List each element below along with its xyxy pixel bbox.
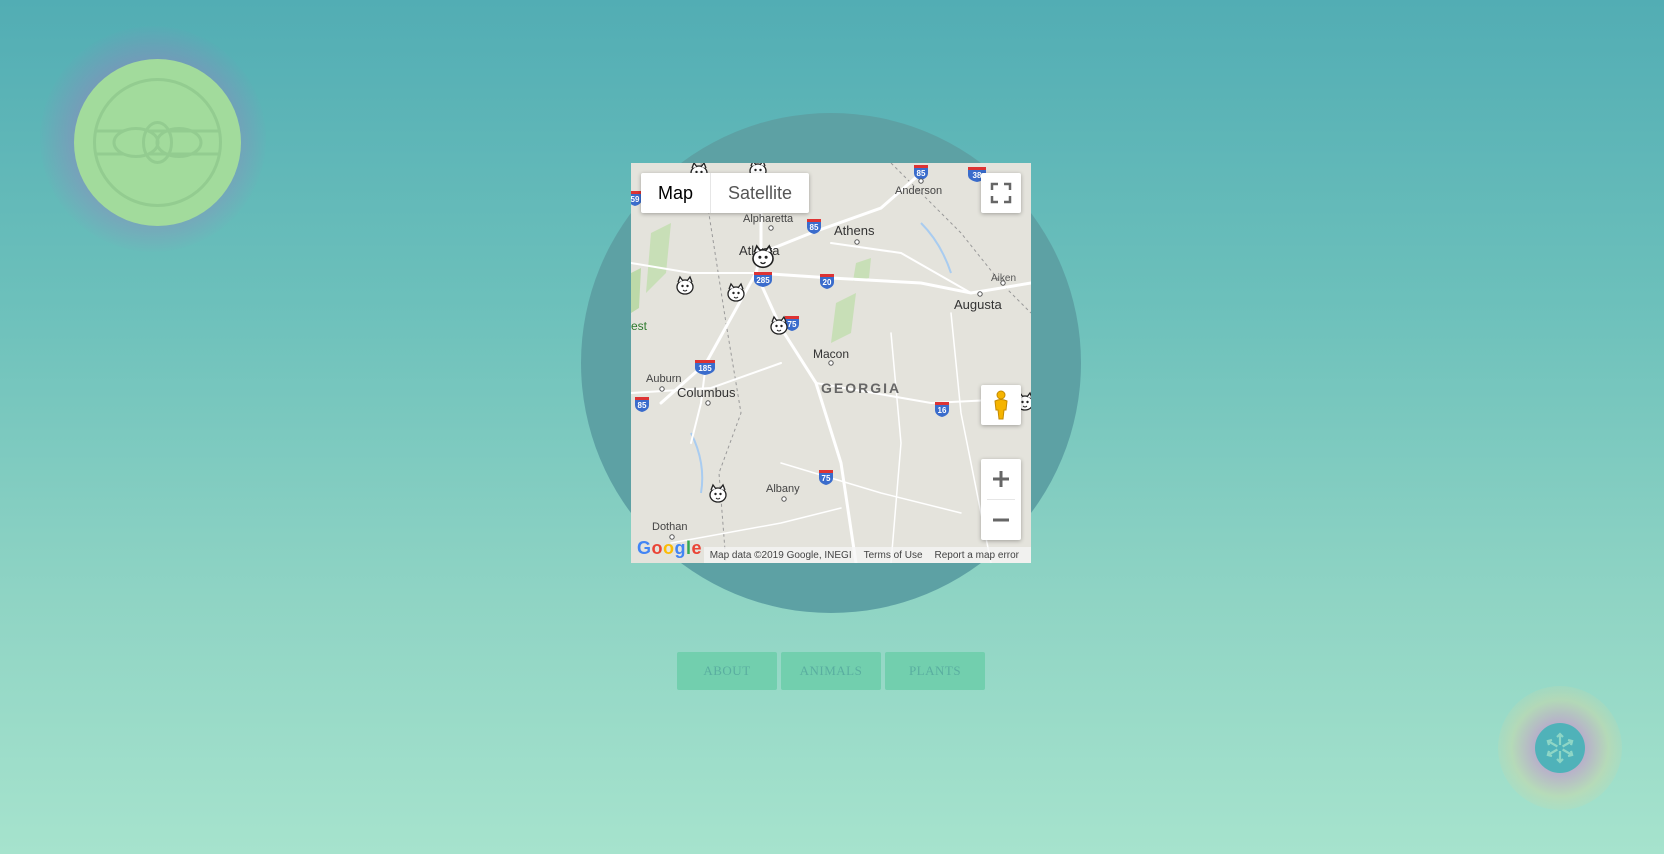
svg-text:85: 85 <box>810 223 819 232</box>
place-label-auburn: Auburn <box>646 373 682 385</box>
site-logo[interactable] <box>74 59 241 226</box>
animal-marker[interactable] <box>673 273 697 297</box>
report-map-error-link[interactable]: Report a map error <box>935 550 1019 561</box>
flower-badge[interactable] <box>1535 723 1585 773</box>
pegman-icon <box>994 390 1008 420</box>
map-attribution: Map data ©2019 Google, INEGI Terms of Us… <box>703 547 1031 563</box>
zoom-in-button[interactable] <box>981 459 1021 499</box>
place-label-augusta: Augusta <box>954 297 1002 312</box>
place-label-anderson: Anderson <box>895 185 943 197</box>
animal-marker[interactable] <box>706 481 730 505</box>
terms-of-use-link[interactable]: Terms of Use <box>864 550 923 561</box>
place-label-alpharetta: Alpharetta <box>743 213 794 225</box>
place-label-dothan: Dothan <box>652 521 688 533</box>
place-label-georgia: GEORGIA <box>821 380 902 396</box>
map-type-control: Map Satellite <box>641 173 810 213</box>
animal-marker[interactable] <box>748 241 778 271</box>
svg-text:85: 85 <box>917 169 926 178</box>
main-nav: ABOUT ANIMALS PLANTS <box>677 652 985 690</box>
about-button[interactable]: ABOUT <box>677 652 777 690</box>
animals-button[interactable]: ANIMALS <box>781 652 881 690</box>
google-logo[interactable]: Google <box>637 538 702 559</box>
plants-button[interactable]: PLANTS <box>885 652 985 690</box>
svg-text:20: 20 <box>823 278 832 287</box>
map-type-map-button[interactable]: Map <box>641 173 712 213</box>
place-label-albany: Albany <box>766 483 800 495</box>
fullscreen-icon <box>990 182 1012 204</box>
place-label-columbus: Columbus <box>677 385 736 400</box>
minus-icon <box>993 518 1009 522</box>
svg-text:59: 59 <box>631 195 640 204</box>
map-basemap: 85 38 59 85 285 20 75 185 85 16 75 <box>631 163 1031 563</box>
animal-marker[interactable] <box>767 313 791 337</box>
zoom-out-button[interactable] <box>981 500 1021 540</box>
map-data-credit: Map data ©2019 Google, INEGI <box>709 549 852 561</box>
zoom-control <box>981 459 1021 540</box>
google-map[interactable]: 85 38 59 85 285 20 75 185 85 16 75 Ander… <box>631 163 1031 563</box>
svg-text:16: 16 <box>938 406 947 415</box>
svg-text:85: 85 <box>638 401 647 410</box>
plus-icon <box>993 471 1009 487</box>
place-label-athens: Athens <box>834 223 875 238</box>
street-view-button[interactable] <box>981 385 1021 425</box>
map-type-satellite-button[interactable]: Satellite <box>711 173 809 213</box>
svg-text:185: 185 <box>698 364 712 373</box>
knot-emblem-icon <box>93 78 222 207</box>
place-label-west: est <box>631 319 648 333</box>
fullscreen-button[interactable] <box>981 173 1021 213</box>
flower-icon <box>1546 732 1574 764</box>
animal-marker[interactable] <box>724 280 748 304</box>
svg-text:75: 75 <box>822 474 831 483</box>
place-label-aiken: Aiken <box>991 273 1017 284</box>
svg-text:285: 285 <box>756 276 770 285</box>
place-label-macon: Macon <box>813 347 850 361</box>
